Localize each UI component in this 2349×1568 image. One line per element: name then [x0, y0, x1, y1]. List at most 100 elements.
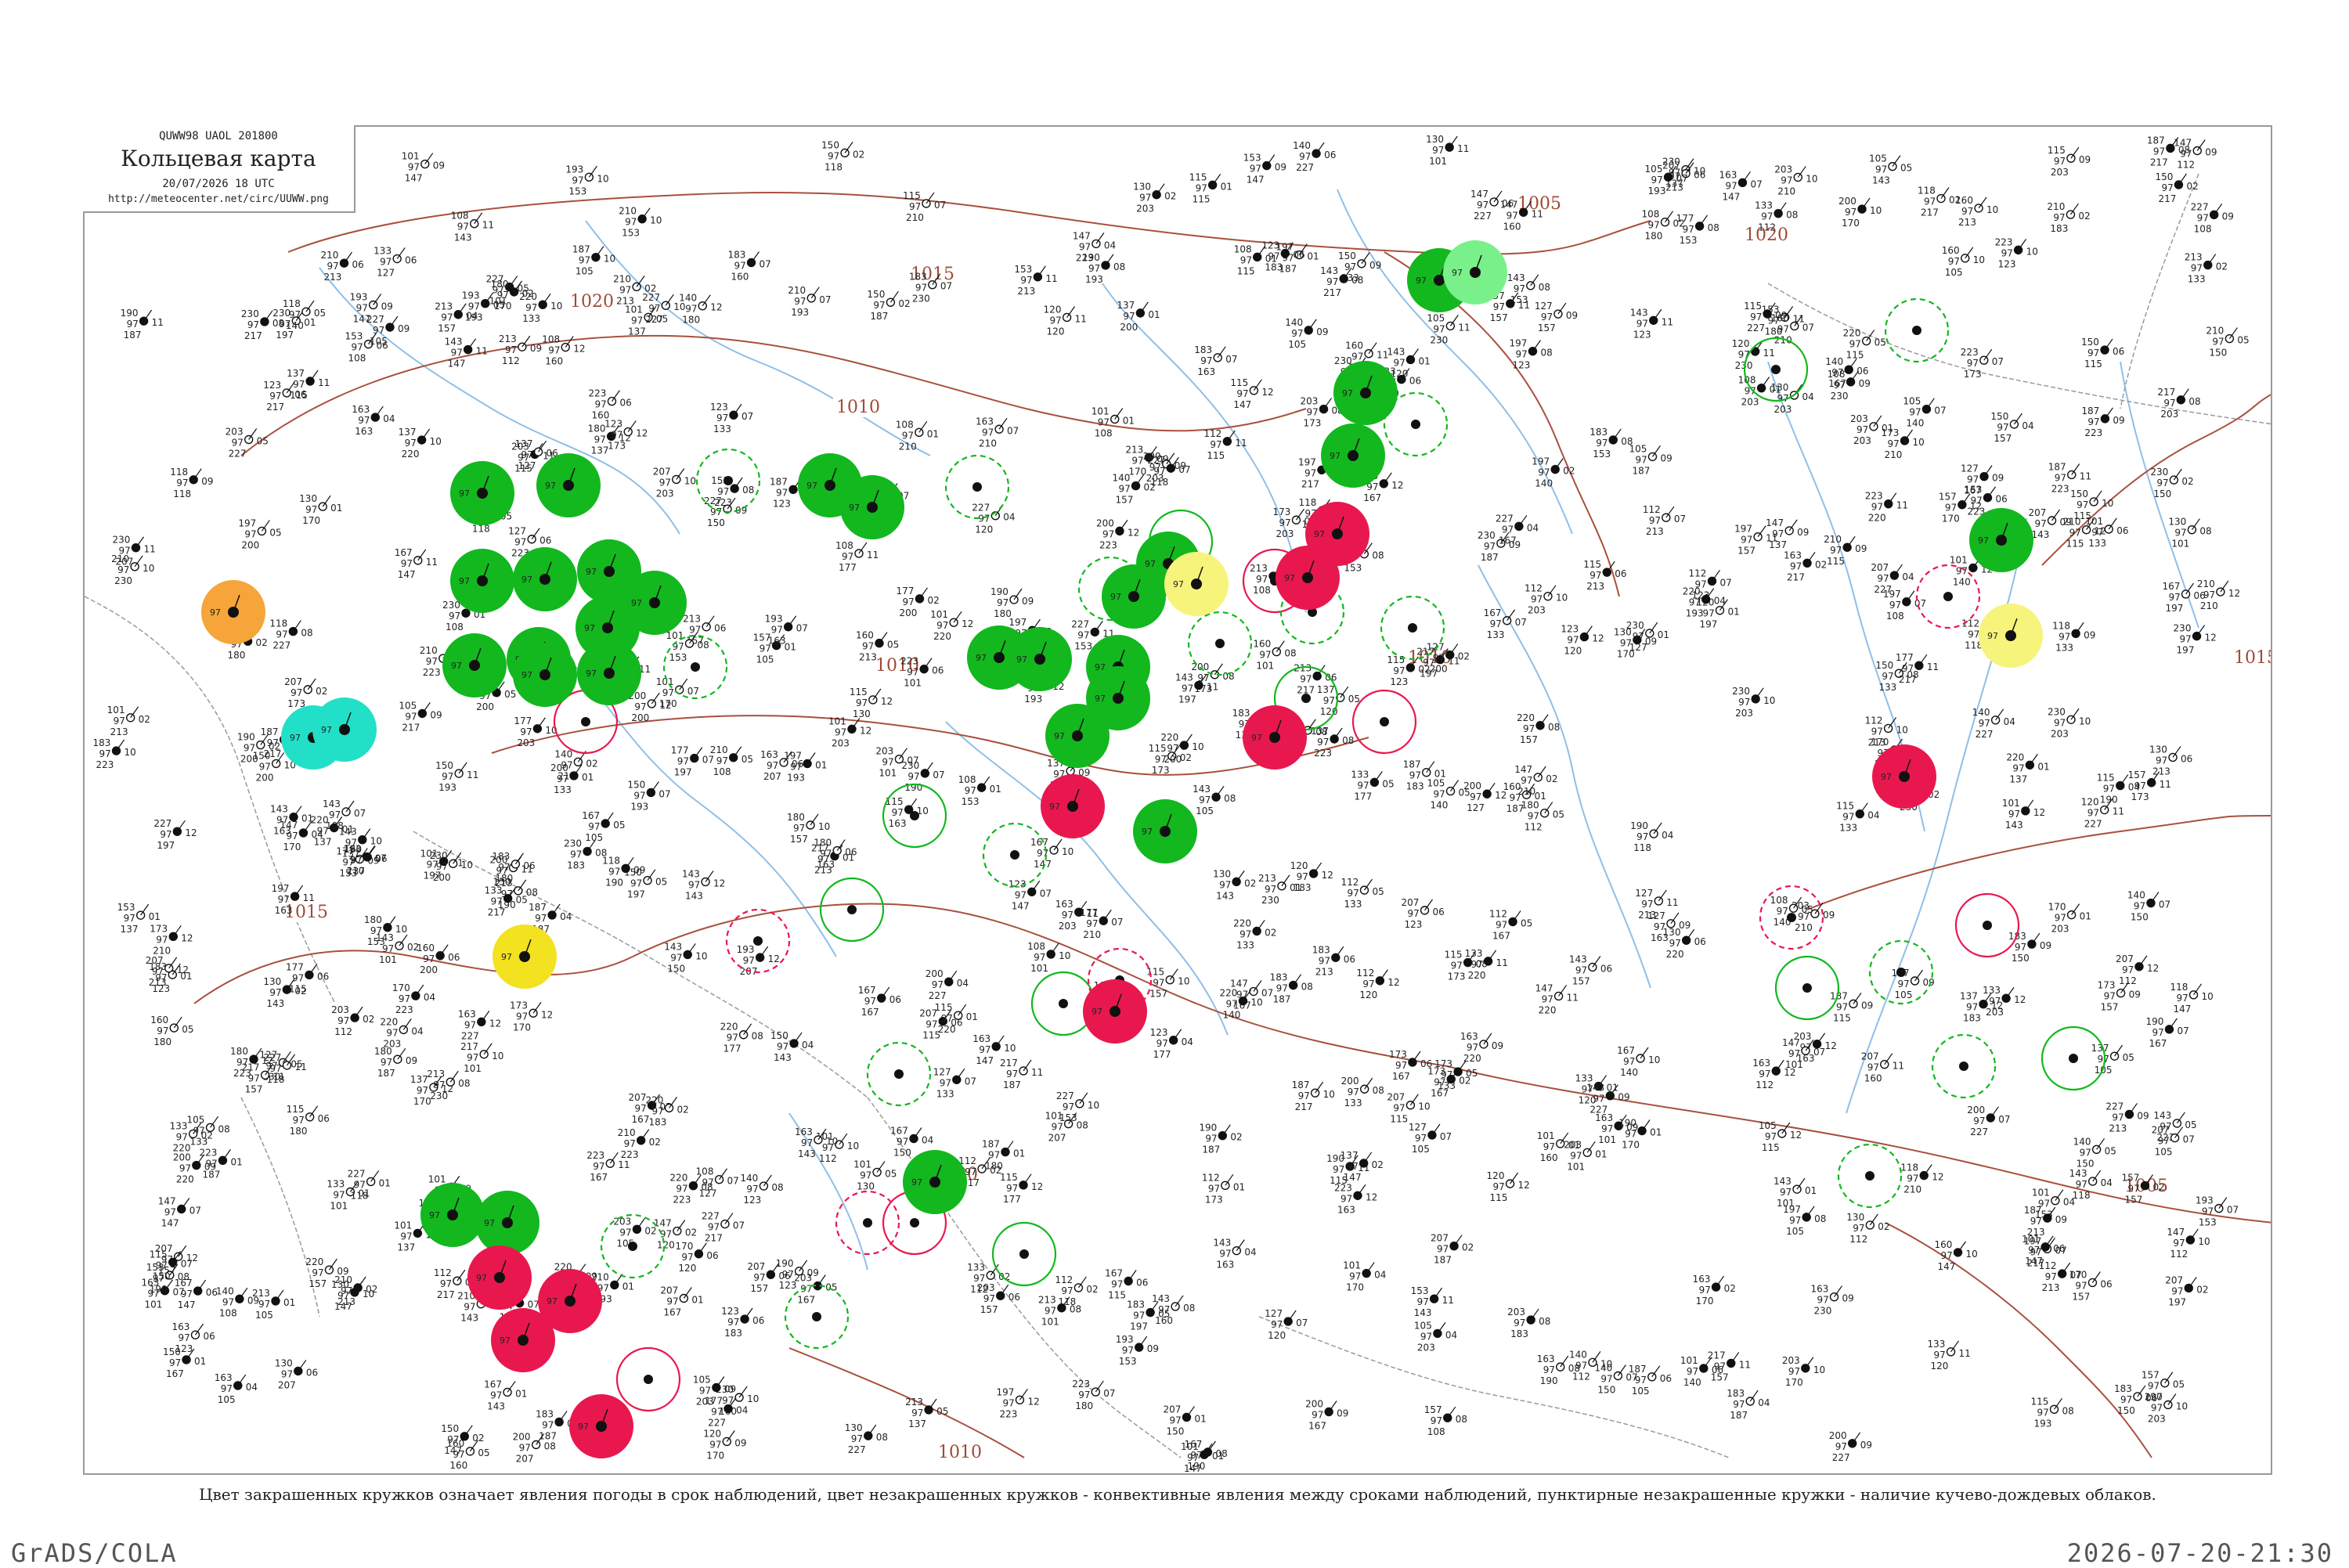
station-plot: 18397 08187	[1270, 972, 1313, 1005]
temperature-value: 190	[776, 1258, 794, 1269]
dewpoint-value: 97	[2158, 1136, 2170, 1147]
pressure-tendency: 09	[633, 864, 645, 875]
pressure-tendency: 06	[2053, 1243, 2065, 1254]
dewpoint-value: 97	[1153, 466, 1165, 477]
dewpoint-value: 97	[2054, 156, 2066, 167]
visibility-value: 153	[1059, 1112, 1077, 1123]
temperature-value: 203	[331, 1004, 349, 1015]
dewpoint-value: 97	[1881, 772, 1892, 782]
pressure-tendency: 02	[1563, 466, 1575, 477]
temperature-value: 115	[1583, 559, 1601, 570]
station-plot: 16097 08101	[1253, 639, 1296, 672]
pressure-tendency: 10	[492, 1051, 503, 1062]
temperature-value: 123	[1561, 624, 1579, 635]
temperature-value: 153	[1411, 1285, 1429, 1296]
temperature-value: 160	[1345, 341, 1363, 351]
temperature-value: 147	[1073, 230, 1091, 241]
green-weather-circle: 97	[513, 643, 577, 707]
visibility-value: 157	[1572, 975, 1590, 986]
temperature-value: 112	[1356, 968, 1374, 979]
pressure-tendency: 11	[1896, 500, 1908, 511]
pressure-tendency: 10	[550, 301, 562, 312]
dewpoint-value: 97	[1433, 653, 1445, 664]
pressure-tendency: 07	[1998, 1114, 2010, 1125]
dewpoint-value: 97	[1092, 1007, 1102, 1017]
visibility-value: 115	[1833, 1012, 1851, 1023]
paleyellow-weather-circle: 97	[1979, 604, 2043, 668]
station-plot: 10197 12220	[930, 609, 973, 642]
temperature-value: 137	[1317, 684, 1335, 695]
dewpoint-value: 97	[849, 503, 860, 513]
pressure-tendency: 05	[885, 1168, 897, 1179]
temperature-value: 207	[2116, 953, 2134, 964]
pressure-tendency: 09	[381, 301, 393, 312]
station-dot	[383, 923, 392, 932]
station-plot: 18397 08153	[1589, 427, 1633, 460]
visibility-value: 217	[244, 330, 262, 341]
visibility-value: 193	[2034, 1418, 2052, 1429]
dewpoint-value: 97	[1133, 1310, 1145, 1321]
station-plot: 10597 09217	[399, 700, 442, 733]
station-plot: 20797 10203	[653, 466, 696, 499]
dewpoint-value: 97	[292, 972, 304, 983]
temperature-value: 133	[1465, 948, 1483, 959]
temperature-value: 143	[682, 868, 700, 879]
dewpoint-value: 97	[290, 687, 302, 698]
temperature-value: 133	[485, 885, 503, 896]
pressure-tendency: 08	[2062, 1405, 2074, 1416]
pressure-tendency: 11	[476, 346, 488, 357]
station-plot: 13797 05105	[2091, 1043, 2134, 1076]
temperature-value: 213	[427, 1069, 445, 1080]
temperature-value: 210	[420, 645, 438, 656]
visibility-value: 200	[420, 964, 438, 975]
temperature-value: 207	[2029, 507, 2047, 518]
temperature-value: 120	[1290, 860, 1308, 871]
station-plot: 20797 02197	[2165, 1274, 2208, 1307]
dewpoint-value: 97	[1625, 1129, 1636, 1140]
dewpoint-value: 97	[634, 701, 646, 712]
temperature-value: 115	[935, 1002, 953, 1013]
green-weather-circle: 97	[577, 641, 641, 705]
temperature-value: 115	[850, 687, 868, 697]
dewpoint-value: 97	[1978, 535, 1989, 546]
station-plot: 11597 08193	[2031, 1396, 2074, 1429]
temperature-value: 118	[1900, 1162, 1918, 1173]
temperature-value: 197	[996, 1386, 1014, 1397]
temperature-value: 227	[2191, 201, 2209, 212]
pressure-tendency: 10	[1059, 950, 1070, 961]
temperature-value: 127	[933, 1066, 951, 1077]
visibility-value: 203	[2148, 1414, 2166, 1425]
station-plot: 20797 10115	[1387, 1092, 1430, 1125]
station-plot: 21097 02223	[618, 1127, 661, 1160]
dewpoint-value: 97	[1196, 182, 1207, 193]
pressure-tendency: 09	[398, 323, 410, 334]
visibility-value: 190	[150, 1284, 168, 1295]
temperature-value: 167	[2163, 581, 2181, 592]
temperature-value: 230	[1732, 686, 1750, 697]
visibility-value: 150	[2131, 912, 2149, 923]
pressure-tendency: 11	[1739, 1359, 1751, 1370]
dewpoint-value: 97	[572, 175, 583, 186]
dewpoint-value: 97	[1088, 263, 1100, 274]
visibility-value: 167	[1492, 930, 1510, 941]
dewpoint-value: 97	[648, 303, 660, 314]
pressure-tendency: 11	[1766, 533, 1777, 544]
station-plot: 13097 02112	[1846, 1212, 1889, 1245]
station-plot: 18397 07163	[1194, 344, 1237, 377]
pressure-tendency: 08	[1342, 735, 1354, 746]
pressure-tendency: 07	[1007, 425, 1019, 436]
dewpoint-value: 97	[1543, 1141, 1555, 1152]
observation-time: 20/07/2026 18 UTC	[83, 178, 354, 190]
pressure-tendency: 12	[541, 1009, 553, 1020]
station-dot	[1277, 881, 1286, 891]
pressure-tendency: 10	[430, 436, 442, 447]
station-plot: 14097 09105	[1285, 317, 1328, 350]
dewpoint-value: 97	[1434, 1077, 1445, 1088]
temperature-value: 163	[1752, 1058, 1770, 1069]
dewpoint-value: 97	[864, 996, 876, 1007]
pressure-tendency: 09	[1859, 378, 1871, 389]
visibility-value: 170	[1942, 514, 1960, 524]
visibility-value: 223	[999, 1408, 1017, 1419]
dewpoint-value: 97	[2171, 1285, 2183, 1296]
pressure-tendency: 02	[1878, 1221, 1889, 1232]
